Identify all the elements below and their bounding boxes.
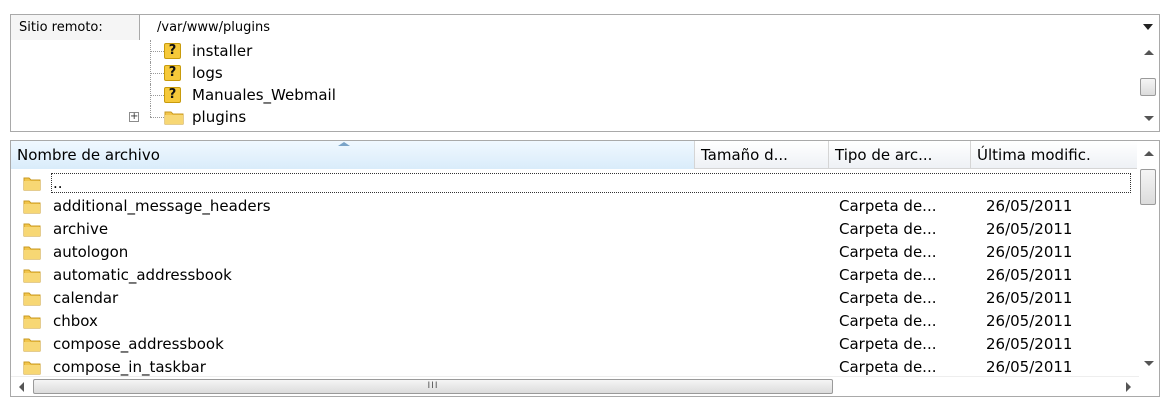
column-header-modified[interactable]: Última modific. bbox=[971, 141, 1139, 169]
file-name: .. bbox=[53, 174, 63, 192]
file-name: automatic_addressbook bbox=[53, 266, 232, 284]
file-type: Carpeta de... bbox=[839, 266, 937, 284]
file-name: additional_message_headers bbox=[53, 197, 271, 215]
column-header-size[interactable]: Tamaño d... bbox=[695, 141, 829, 169]
scroll-up-icon[interactable] bbox=[1144, 151, 1154, 156]
file-modified: 26/05/2011 bbox=[986, 289, 1073, 307]
column-header-name[interactable]: Nombre de archivo bbox=[11, 141, 695, 169]
folder-icon bbox=[23, 361, 41, 375]
list-item[interactable]: additional_message_headers Carpeta de... 2… bbox=[11, 195, 1131, 218]
file-type: Carpeta de... bbox=[839, 335, 937, 353]
file-name: autologon bbox=[53, 243, 129, 261]
list-item[interactable]: archive Carpeta de... 26/05/2011 bbox=[11, 218, 1131, 241]
remote-path-label: Sitio remoto: bbox=[11, 15, 140, 40]
file-modified: 26/05/2011 bbox=[986, 312, 1073, 330]
file-name: compose_addressbook bbox=[53, 335, 224, 353]
tree-item-manuales-webmail[interactable]: ? Manuales_Webmail bbox=[11, 84, 1131, 106]
list-item[interactable]: compose_addressbook Carpeta de... 26/05/20… bbox=[11, 333, 1131, 356]
column-header-row: Nombre de archivo Tamaño d... Tipo de ar… bbox=[11, 141, 1139, 169]
file-modified: 26/05/2011 bbox=[986, 243, 1073, 261]
tree-item-label: plugins bbox=[192, 108, 247, 126]
unknown-folder-icon: ? bbox=[164, 43, 181, 59]
file-name: chbox bbox=[53, 312, 98, 330]
list-item[interactable]: calendar Carpeta de... 26/05/2011 bbox=[11, 287, 1131, 310]
list-item[interactable]: autologon Carpeta de... 26/05/2011 bbox=[11, 241, 1131, 264]
remote-path-value[interactable]: /var/www/plugins bbox=[157, 15, 270, 40]
scroll-down-icon[interactable] bbox=[1144, 361, 1154, 366]
file-modified: 26/05/2011 bbox=[986, 220, 1073, 238]
folder-icon bbox=[23, 246, 41, 260]
sort-ascending-icon bbox=[338, 142, 350, 146]
scroll-thumb[interactable] bbox=[1140, 78, 1156, 96]
tree-item-logs[interactable]: ? logs bbox=[11, 62, 1131, 84]
file-modified: 26/05/2011 bbox=[986, 335, 1073, 353]
list-horizontal-scrollbar[interactable]: III bbox=[11, 376, 1139, 396]
file-modified: 26/05/2011 bbox=[986, 266, 1073, 284]
unknown-folder-icon: ? bbox=[164, 87, 181, 103]
list-item[interactable]: chbox Carpeta de... 26/05/2011 bbox=[11, 310, 1131, 333]
scroll-thumb[interactable] bbox=[1140, 169, 1156, 205]
file-type: Carpeta de... bbox=[839, 197, 937, 215]
folder-icon bbox=[23, 315, 41, 329]
expand-icon[interactable]: + bbox=[129, 112, 139, 122]
unknown-folder-icon: ? bbox=[164, 65, 181, 81]
file-type: Carpeta de... bbox=[839, 220, 937, 238]
dropdown-arrow-icon[interactable] bbox=[1143, 24, 1153, 30]
file-type: Carpeta de... bbox=[839, 312, 937, 330]
tree-item-plugins[interactable]: + plugins bbox=[11, 106, 1131, 128]
tree-item-label: Manuales_Webmail bbox=[192, 86, 336, 104]
column-header-type[interactable]: Tipo de arc... bbox=[829, 141, 971, 169]
remote-directory-tree[interactable]: ? installer ? logs ? Manuales_Webmail + … bbox=[10, 40, 1160, 132]
list-item-parent-directory[interactable]: .. bbox=[11, 172, 1131, 195]
tree-item-label: logs bbox=[192, 64, 223, 82]
remote-file-list[interactable]: Nombre de archivo Tamaño d... Tipo de ar… bbox=[10, 140, 1160, 397]
folder-icon bbox=[23, 177, 41, 191]
file-name: calendar bbox=[53, 289, 119, 307]
folder-icon bbox=[23, 223, 41, 237]
file-type: Carpeta de... bbox=[839, 289, 937, 307]
folder-icon bbox=[23, 338, 41, 352]
file-modified: 26/05/2011 bbox=[986, 197, 1073, 215]
scroll-up-icon[interactable] bbox=[1144, 50, 1154, 55]
list-vertical-scrollbar[interactable] bbox=[1137, 141, 1159, 376]
tree-item-label: installer bbox=[192, 42, 253, 60]
folder-icon bbox=[23, 292, 41, 306]
folder-icon bbox=[23, 269, 41, 283]
file-type: Carpeta de... bbox=[839, 243, 937, 261]
scroll-down-icon[interactable] bbox=[1144, 116, 1154, 121]
tree-item-installer[interactable]: ? installer bbox=[11, 40, 1131, 62]
scroll-thumb-horizontal[interactable]: III bbox=[33, 379, 833, 394]
folder-icon bbox=[164, 111, 184, 125]
remote-path-bar[interactable]: Sitio remoto: /var/www/plugins bbox=[10, 14, 1160, 41]
tree-vertical-scrollbar[interactable] bbox=[1137, 40, 1159, 131]
file-name: archive bbox=[53, 220, 109, 238]
folder-icon bbox=[23, 200, 41, 214]
focus-outline bbox=[51, 173, 1131, 193]
list-item[interactable]: automatic_addressbook Carpeta de... 26/05/… bbox=[11, 264, 1131, 287]
scroll-right-icon[interactable] bbox=[1126, 382, 1131, 392]
scroll-left-icon[interactable] bbox=[19, 382, 24, 392]
